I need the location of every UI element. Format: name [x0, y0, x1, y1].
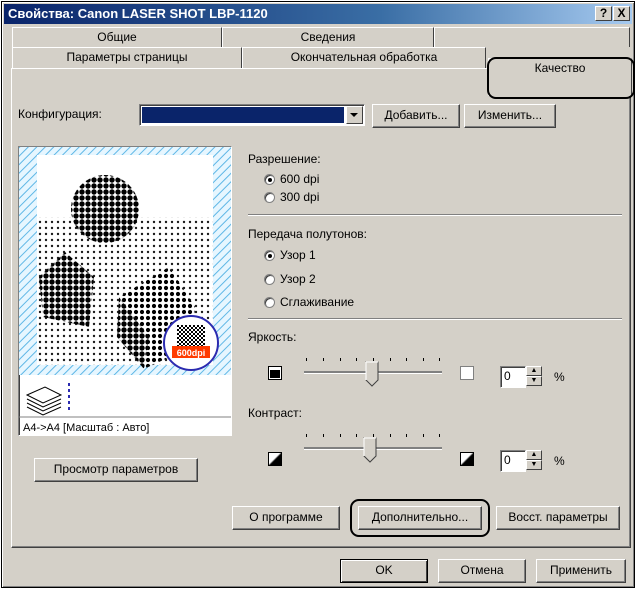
contrast-high-icon: [460, 452, 474, 466]
add-button[interactable]: Добавить...: [372, 104, 460, 128]
help-button[interactable]: ?: [595, 6, 612, 21]
contrast-unit: %: [554, 454, 565, 468]
apply-button[interactable]: Применить: [536, 559, 626, 583]
tab-details[interactable]: Детали: [434, 27, 630, 47]
about-button[interactable]: О программе: [232, 506, 340, 530]
contrast-slider[interactable]: [298, 430, 448, 464]
preview-image: 600dpi A4->A4 [Масштаб : Авто]: [19, 147, 231, 434]
config-selected-value: [142, 107, 344, 123]
tab-quality-highlight: [487, 57, 635, 99]
separator: [248, 214, 622, 216]
halftone-pattern2-label: Узор 2: [280, 272, 316, 286]
contrast-value-field[interactable]: 0: [500, 450, 526, 472]
brightness-unit: %: [554, 370, 565, 384]
halftone-pattern1-radio[interactable]: [264, 250, 275, 261]
contrast-label: Контраст:: [248, 406, 302, 420]
resolution-300-radio[interactable]: [264, 192, 275, 203]
brightness-dark-icon: [268, 366, 282, 380]
view-settings-button[interactable]: Просмотр параметров: [34, 458, 198, 482]
window-title: Свойства: Canon LASER SHOT LBP-1120: [8, 6, 268, 21]
tab-info[interactable]: Сведения: [222, 27, 434, 47]
brightness-light-icon: [460, 366, 474, 380]
spin-down-icon[interactable]: ▼: [526, 460, 542, 470]
brightness-slider[interactable]: [298, 354, 448, 388]
brightness-slider-thumb: [365, 361, 379, 387]
chevron-down-icon[interactable]: [346, 106, 363, 124]
spin-down-icon[interactable]: ▼: [526, 376, 542, 386]
resolution-600-radio[interactable]: [264, 174, 275, 185]
spin-up-icon[interactable]: ▲: [526, 450, 542, 460]
contrast-slider-thumb: [363, 437, 377, 463]
cancel-button[interactable]: Отмена: [438, 559, 526, 583]
close-button[interactable]: X: [613, 6, 630, 21]
config-label: Конфигурация:: [18, 107, 102, 121]
properties-dialog: Свойства: Canon LASER SHOT LBP-1120 ? X …: [1, 1, 635, 588]
separator: [248, 318, 622, 320]
brightness-value-field[interactable]: 0: [500, 366, 526, 388]
halftone-smoothing-radio[interactable]: [264, 297, 275, 308]
restore-defaults-button[interactable]: Восст. параметры: [496, 506, 620, 530]
halftone-pattern1-label: Узор 1: [280, 248, 316, 262]
tab-general[interactable]: Общие: [12, 27, 222, 47]
tab-finishing[interactable]: Окончательная обработка: [242, 47, 486, 69]
brightness-label: Яркость:: [248, 330, 297, 344]
resolution-600-label: 600 dpi: [280, 172, 320, 186]
config-select[interactable]: [139, 104, 365, 126]
brightness-spinner[interactable]: ▲ ▼: [526, 366, 542, 386]
contrast-spinner[interactable]: ▲ ▼: [526, 450, 542, 470]
ok-button[interactable]: OK: [340, 559, 428, 583]
change-button[interactable]: Изменить...: [464, 104, 556, 128]
spin-up-icon[interactable]: ▲: [526, 366, 542, 376]
contrast-low-icon: [268, 452, 282, 466]
halftone-smoothing-label: Сглаживание: [280, 295, 355, 309]
resolution-300-label: 300 dpi: [280, 190, 320, 204]
paper-stack-icon: [25, 383, 70, 416]
resolution-label: Разрешение:: [248, 152, 321, 166]
dpi-badge: 600dpi: [177, 348, 206, 358]
tab-page-setup[interactable]: Параметры страницы: [12, 47, 242, 69]
preview-caption: A4->A4 [Масштаб : Авто]: [23, 422, 149, 434]
title-bar: Свойства: Canon LASER SHOT LBP-1120 ? X: [4, 4, 632, 24]
halftone-pattern2-radio[interactable]: [264, 274, 275, 285]
halftone-label: Передача полутонов:: [248, 227, 368, 241]
advanced-button-highlight: [350, 499, 490, 537]
preview-area: 600dpi A4->A4 [Масштаб : Авто]: [18, 146, 232, 436]
